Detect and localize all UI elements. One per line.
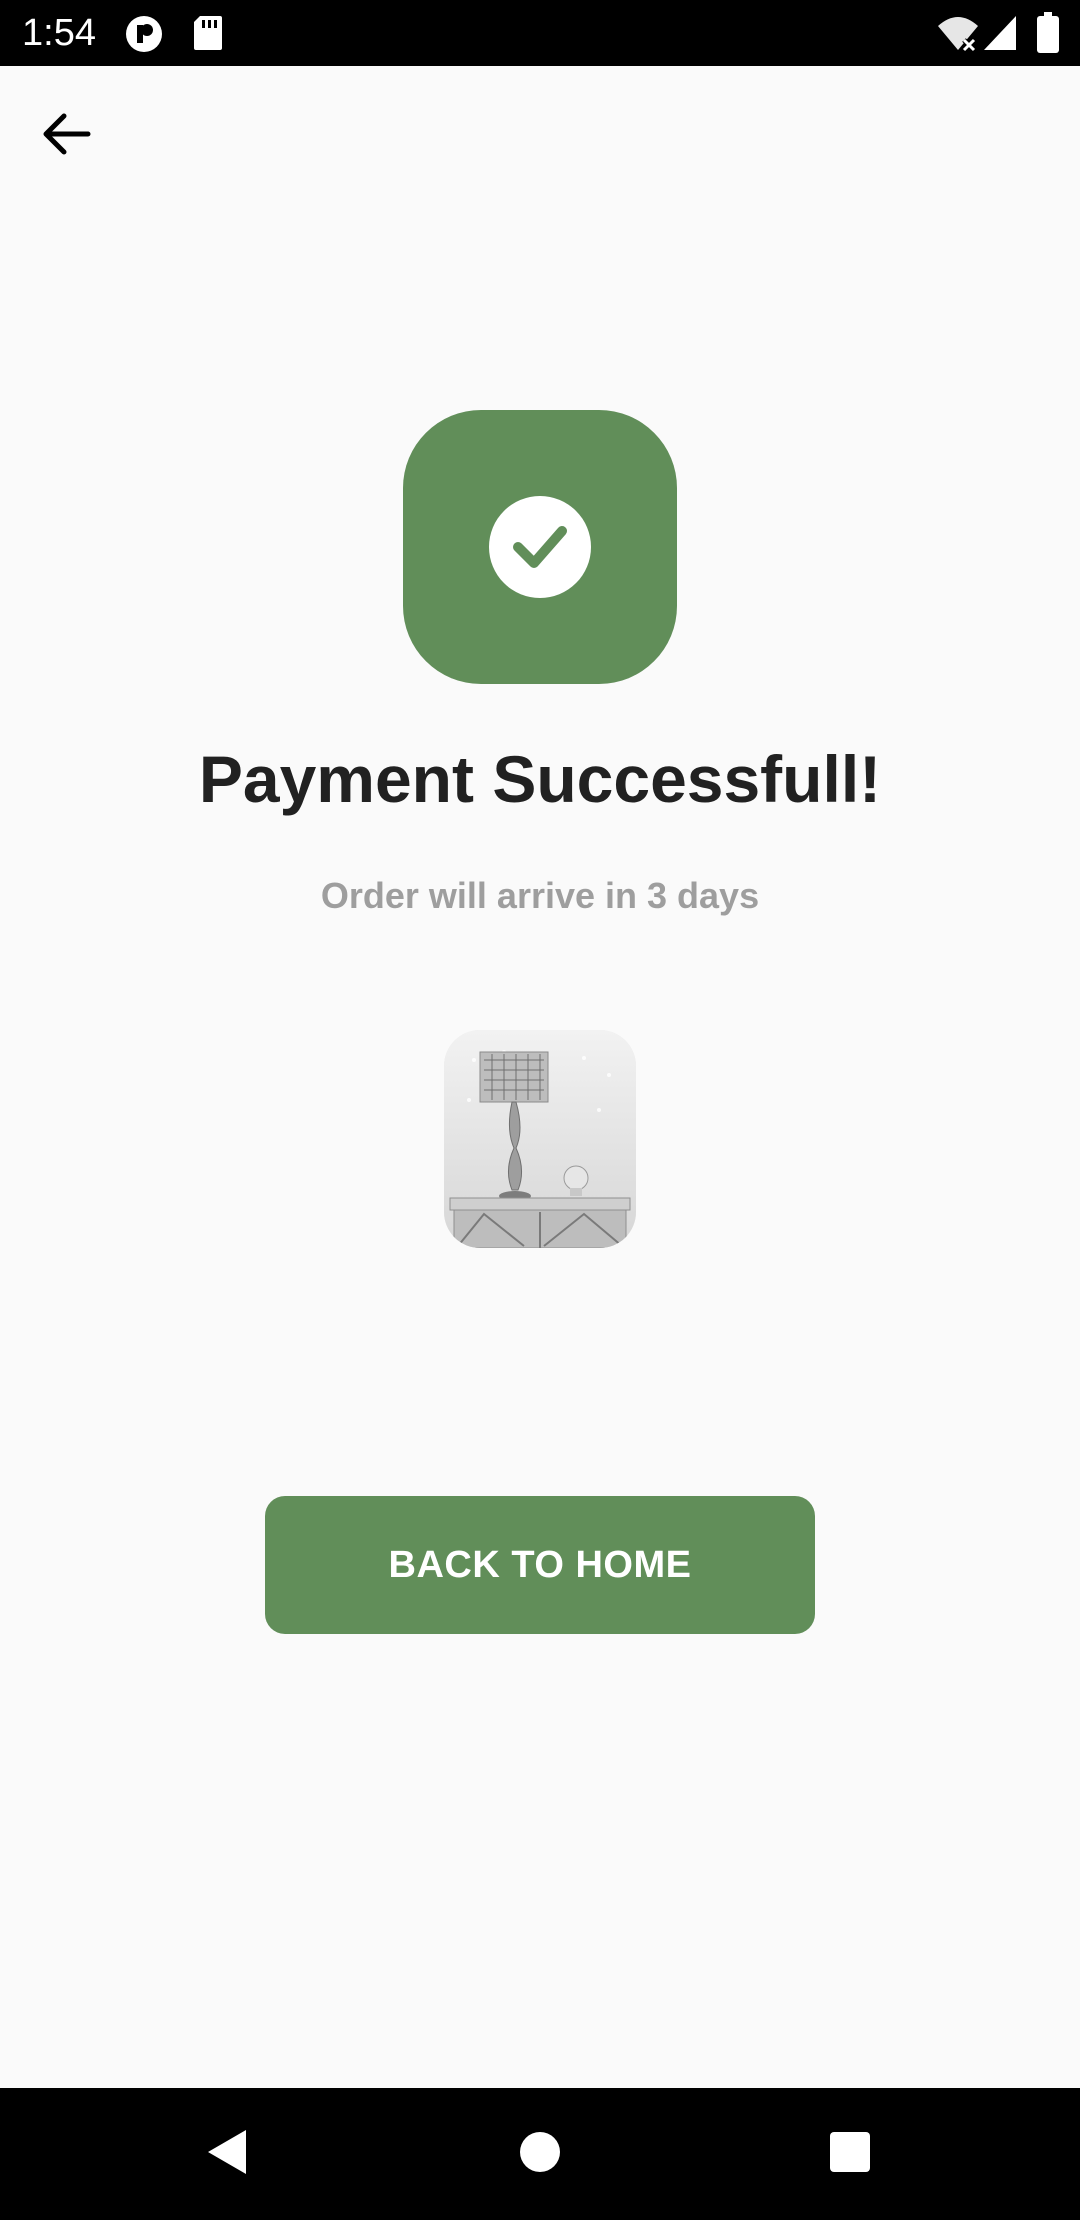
check-circle-icon bbox=[489, 496, 591, 598]
back-to-home-button[interactable]: BACK TO HOME bbox=[265, 1496, 815, 1634]
table-lamp-product-image bbox=[444, 1030, 636, 1248]
page-title: Payment Successfull! bbox=[198, 742, 882, 816]
sd-card-icon bbox=[192, 14, 224, 57]
success-badge bbox=[403, 410, 677, 684]
nav-recents-button[interactable] bbox=[814, 2118, 886, 2190]
delivery-estimate-text: Order will arrive in 3 days bbox=[320, 875, 760, 916]
status-time: 1:54 bbox=[22, 12, 96, 54]
system-nav-bar bbox=[0, 2088, 1080, 2220]
notification-app-icon bbox=[124, 14, 164, 59]
arrow-back-icon bbox=[40, 112, 92, 161]
nav-back-icon bbox=[202, 2126, 250, 2183]
payment-success-screen: 1:54 Payment Successfull! Order will arr… bbox=[0, 0, 1080, 2220]
signal-icon bbox=[982, 14, 1018, 57]
nav-recents-icon bbox=[829, 2131, 871, 2178]
status-bar: 1:54 bbox=[0, 0, 1080, 66]
nav-back-button[interactable] bbox=[190, 2118, 262, 2190]
back-button[interactable] bbox=[26, 96, 106, 176]
nav-home-icon bbox=[518, 2130, 562, 2179]
nav-home-button[interactable] bbox=[504, 2118, 576, 2190]
battery-icon bbox=[1036, 12, 1060, 59]
wifi-off-icon bbox=[936, 14, 980, 59]
